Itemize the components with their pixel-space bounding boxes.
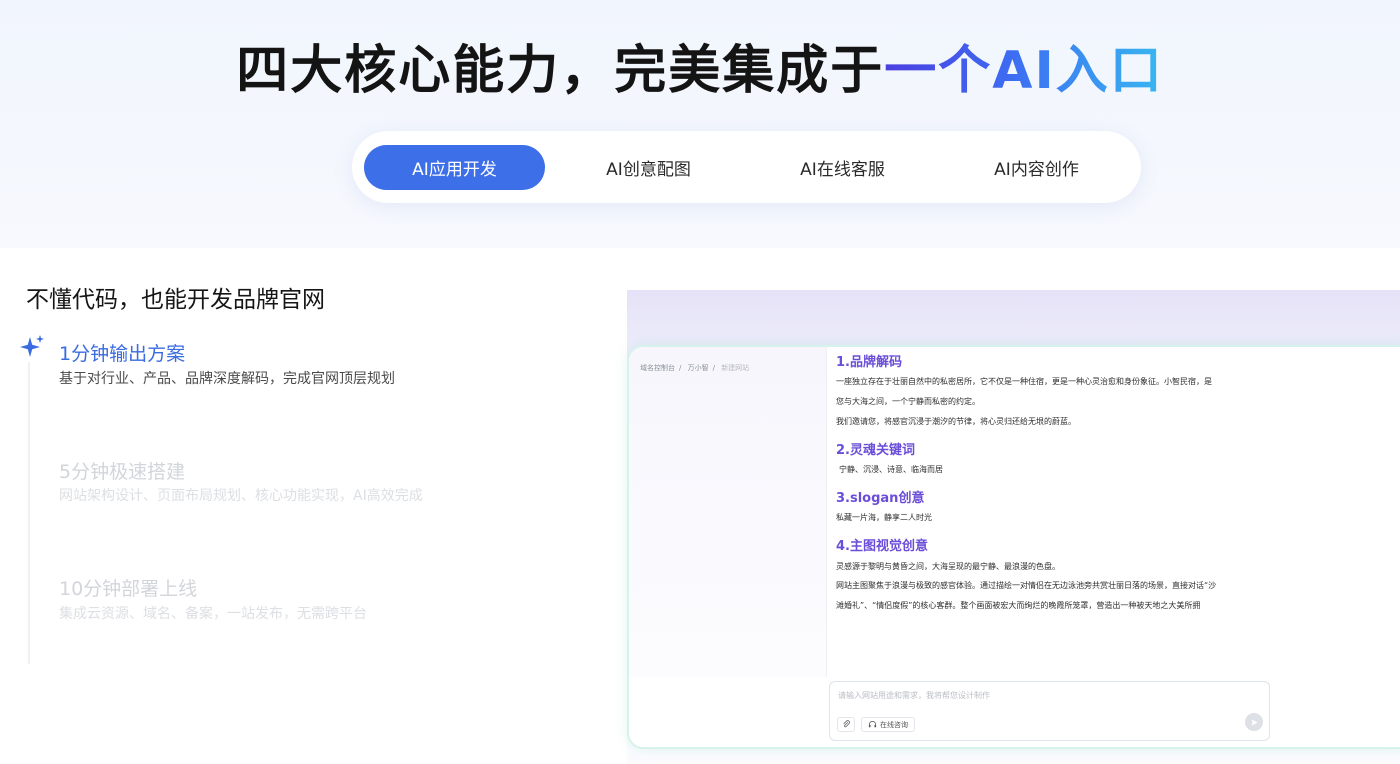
breadcrumb-item[interactable]: 域名控制台	[640, 364, 675, 372]
hero-title-highlight: 一个AI入口	[884, 41, 1164, 101]
steps-timeline	[28, 362, 30, 664]
preview-sidebar: 域名控制台 / 万小智 / 新建网站	[629, 347, 827, 677]
sparkle-icon	[20, 335, 44, 357]
attachment-icon	[842, 720, 850, 728]
chat-input[interactable]	[838, 691, 1258, 700]
breadcrumb-current: 新建网站	[721, 364, 750, 372]
breadcrumb-item[interactable]: 万小智	[688, 364, 709, 372]
content-line: 一座独立存在于壮丽自然中的私密居所，它不仅是一种住宿，更是一种心灵治愈和身份象征…	[836, 377, 1212, 386]
content-heading: 2.灵魂关键词	[836, 443, 915, 458]
content-line: 灵感源于黎明与黄昏之间，大海呈现的最宁静、最浪漫的色盘。	[836, 562, 1060, 571]
content-heading: 3.slogan创意	[836, 491, 925, 506]
content-line: 我们邀请您，将感官沉浸于潮汐的节律，将心灵归还给无垠的蔚蓝。	[836, 417, 1076, 426]
content-line: 您与大海之间，一个宁静而私密的约定。	[836, 397, 980, 406]
step-title-2[interactable]: 5分钟极速搭建	[59, 457, 185, 484]
feature-title: 不懂代码，也能开发品牌官网	[26, 287, 325, 313]
online-service-button[interactable]: 在线咨询	[861, 717, 915, 732]
tab-ai-creative-image[interactable]: AI创意配图	[558, 145, 739, 190]
content-line: 滩婚礼”、“情侣度假”的核心客群。整个画面被宏大而绚烂的晚霞所笼罩，营造出一种被…	[836, 601, 1201, 610]
hero-title: 四大核心能力，完美集成于一个AI入口	[0, 28, 1400, 103]
breadcrumb: 域名控制台 / 万小智 / 新建网站	[640, 364, 750, 372]
content-line: 私藏一片海，静享二人时光	[836, 513, 932, 522]
content-heading: 4.主图视觉创意	[836, 539, 928, 554]
preview-window: 域名控制台 / 万小智 / 新建网站 1.品牌解码 一座独立存在于壮丽自然中的私密居…	[627, 345, 1400, 749]
step-desc-3: 集成云资源、域名、备案，一站发布，无需跨平台	[59, 606, 367, 622]
step-title-3[interactable]: 10分钟部署上线	[59, 574, 197, 601]
capability-tabs: AI应用开发 AI创意配图 AI在线客服 AI内容创作	[352, 131, 1141, 203]
step-desc-2: 网站架构设计、页面布局规划、核心功能实现，AI高效完成	[59, 488, 423, 504]
step-desc-1: 基于对行业、产品、品牌深度解码，完成官网顶层规划	[59, 371, 395, 387]
tab-ai-content-creation[interactable]: AI内容创作	[946, 145, 1127, 190]
hero-section: 四大核心能力，完美集成于一个AI入口 AI应用开发 AI创意配图 AI在线客服 …	[0, 0, 1400, 248]
tab-ai-online-service[interactable]: AI在线客服	[752, 145, 933, 190]
send-button[interactable]	[1245, 713, 1263, 731]
tab-ai-app-dev[interactable]: AI应用开发	[364, 145, 545, 190]
step-title-1[interactable]: 1分钟输出方案	[59, 339, 185, 366]
online-service-label: 在线咨询	[880, 720, 908, 729]
send-icon	[1250, 718, 1258, 726]
content-heading: 1.品牌解码	[836, 355, 902, 370]
headset-icon	[868, 721, 877, 728]
content-line: 网站主图聚焦于浪漫与极致的感官体验。通过描绘一对情侣在无边泳池旁共赏壮丽日落的场…	[836, 581, 1217, 590]
chat-composer: 在线咨询	[829, 681, 1270, 741]
hero-title-main: 四大核心能力，完美集成于	[236, 41, 885, 101]
attach-button[interactable]	[837, 717, 855, 732]
content-line: 宁静、沉浸、诗意、临海而居	[839, 465, 943, 474]
